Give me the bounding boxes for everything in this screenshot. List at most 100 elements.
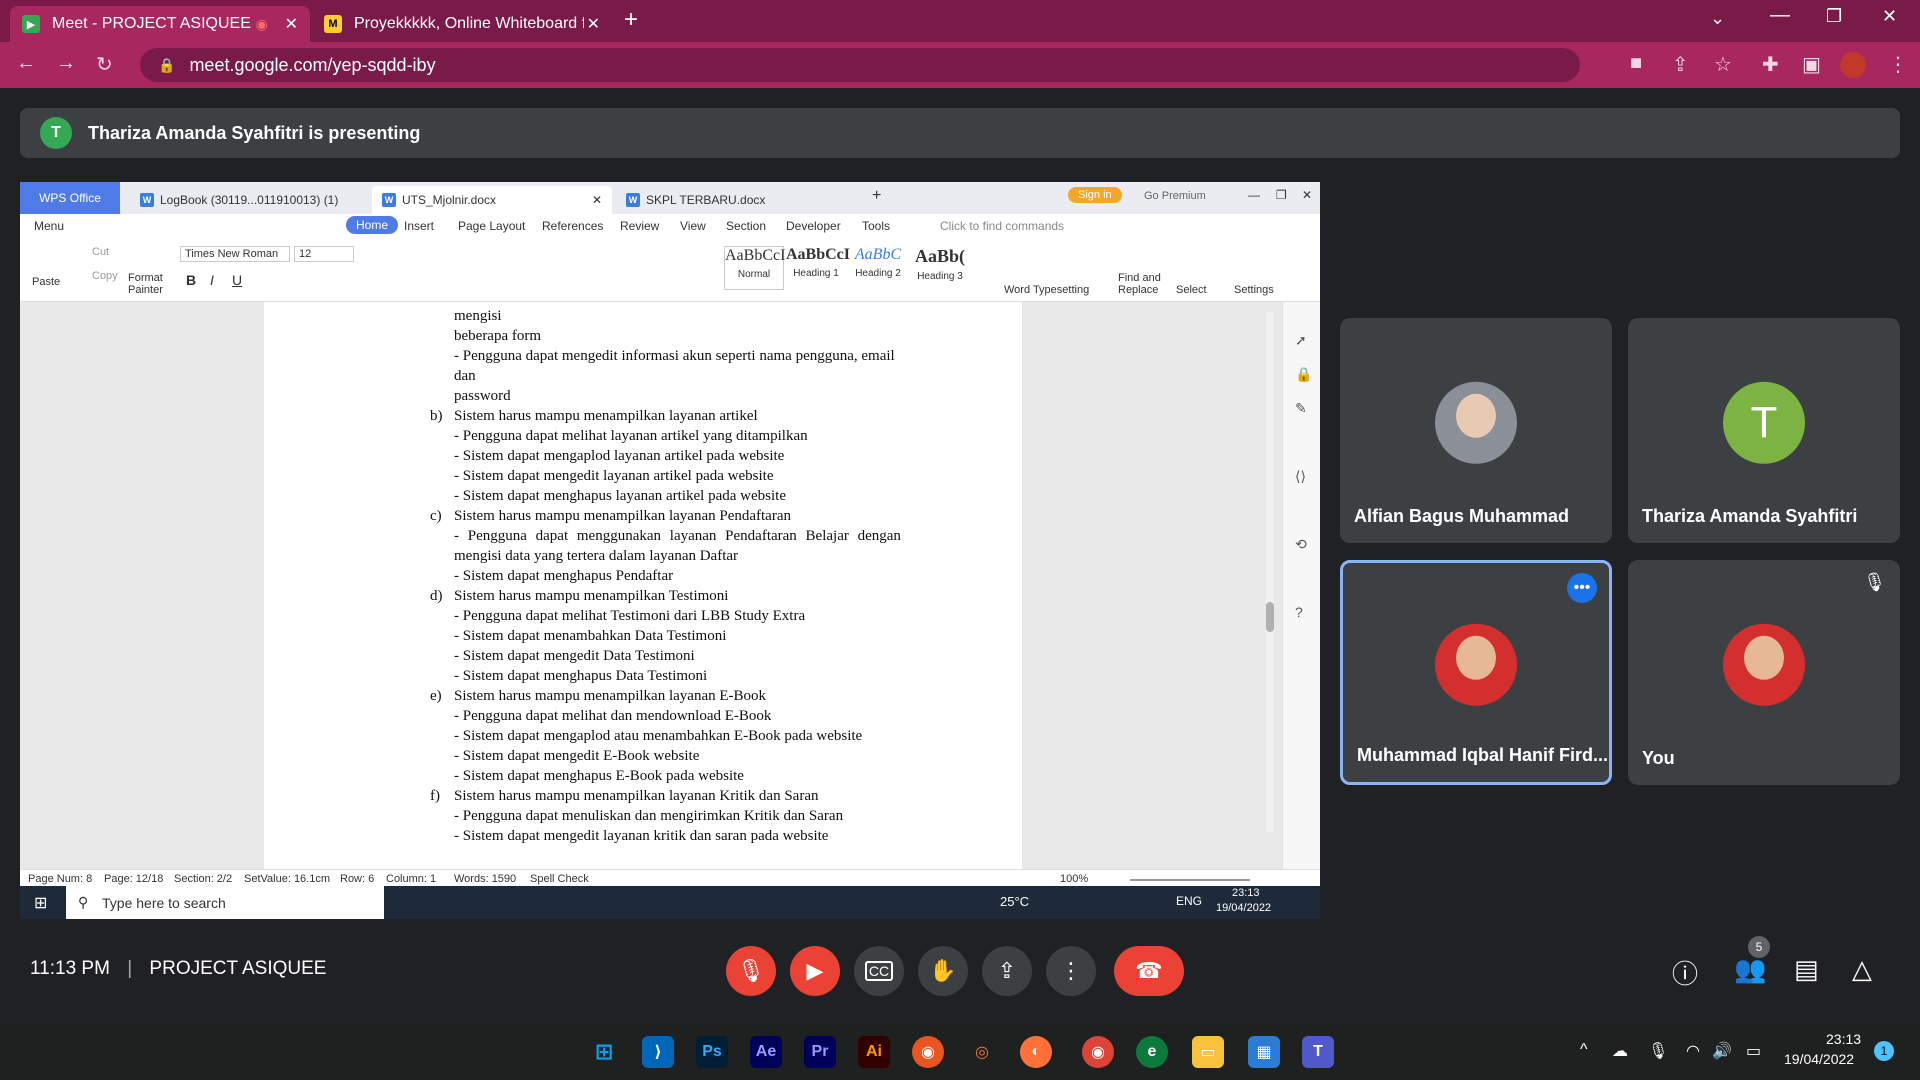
new-tab-icon[interactable]: +	[624, 6, 638, 34]
tab-home[interactable]: Home	[346, 216, 399, 234]
back-icon[interactable]: ←	[16, 52, 36, 75]
tab-page-layout[interactable]: Page Layout	[458, 219, 525, 233]
blender-icon[interactable]: ◎	[966, 1036, 998, 1068]
spell-check-button[interactable]: Spell Check	[530, 873, 589, 885]
underline-icon[interactable]: U	[232, 272, 242, 288]
tab-section[interactable]: Section	[726, 219, 766, 233]
taskbar-search-input[interactable]: ⚲ Type here to search	[66, 886, 384, 919]
code-icon[interactable]: ⟨⟩	[1295, 468, 1306, 485]
profile-avatar[interactable]	[1840, 52, 1866, 78]
cut-button[interactable]: Cut	[92, 246, 109, 258]
tab-insert[interactable]: Insert	[404, 219, 434, 233]
teams-icon[interactable]: T	[1302, 1036, 1334, 1068]
onedrive-icon[interactable]: ☁	[1612, 1041, 1628, 1061]
cursor-tool-icon[interactable]: ➚	[1295, 332, 1307, 349]
participant-tile-self[interactable]: 🎙 You	[1628, 560, 1900, 785]
menu-button[interactable]: Menu	[34, 219, 64, 233]
sign-in-button[interactable]: Sign in	[1068, 187, 1122, 203]
italic-icon[interactable]: I	[210, 272, 214, 288]
illustrator-icon[interactable]: Ai	[858, 1036, 890, 1068]
clock-time[interactable]: 23:13	[1826, 1031, 1861, 1047]
restore-icon[interactable]: ❐	[1276, 188, 1287, 202]
go-premium-button[interactable]: Go Premium	[1144, 190, 1206, 202]
ubuntu-icon[interactable]: ◉	[912, 1036, 944, 1068]
style-heading-3[interactable]: AaBb( Heading 3	[910, 246, 970, 290]
scrollbar-thumb[interactable]	[1266, 602, 1274, 632]
mic-toggle-button[interactable]: 🎙	[726, 946, 776, 996]
minimize-icon[interactable]: —	[1248, 188, 1260, 202]
style-heading-2[interactable]: AaBbC Heading 2	[848, 246, 908, 290]
zoom-slider[interactable]	[1130, 879, 1250, 881]
history-icon[interactable]: ⟲	[1295, 536, 1307, 553]
word-typesetting-button[interactable]: Word Typesetting	[1004, 284, 1089, 296]
find-replace-label-1[interactable]: Find and	[1118, 272, 1161, 284]
photoshop-icon[interactable]: Ps	[696, 1036, 728, 1068]
tray-overflow-icon[interactable]: ^	[1580, 1041, 1588, 1059]
wps-office-tab[interactable]: WPS Office	[20, 182, 120, 214]
style-normal[interactable]: AaBbCcI Normal	[724, 246, 785, 290]
wifi-icon[interactable]: ◠	[1686, 1041, 1700, 1061]
windows-start-icon[interactable]: ⊞	[588, 1036, 620, 1068]
new-tab-icon[interactable]: +	[872, 187, 881, 205]
after-effects-icon[interactable]: Ae	[750, 1036, 782, 1068]
tab-search-icon[interactable]: ⌄	[1710, 8, 1725, 29]
clock-date[interactable]: 19/04/2022	[1784, 1051, 1854, 1067]
document-page[interactable]: mengisi beberapa form - Pengguna dapat m…	[264, 302, 1022, 889]
file-explorer-icon[interactable]: ▭	[1192, 1036, 1224, 1068]
tab-view[interactable]: View	[680, 219, 706, 233]
side-panel-icon[interactable]: ▣	[1802, 52, 1821, 77]
close-icon[interactable]: ✕	[592, 193, 602, 207]
tab-references[interactable]: References	[542, 219, 603, 233]
tab-tools[interactable]: Tools	[862, 219, 890, 233]
chrome-icon[interactable]: ◉	[1082, 1036, 1114, 1068]
info-icon[interactable]: ⓘ	[1672, 954, 1698, 991]
settings-button[interactable]: Settings	[1234, 284, 1274, 296]
participant-tile[interactable]: Alfian Bagus Muhammad	[1340, 318, 1612, 543]
find-commands-input[interactable]: Click to find commands	[940, 219, 1064, 233]
tab-developer[interactable]: Developer	[786, 219, 841, 233]
find-replace-label-2[interactable]: Replace	[1118, 284, 1158, 296]
minimize-icon[interactable]: —	[1770, 4, 1790, 27]
bold-icon[interactable]: B	[186, 272, 196, 288]
notification-badge[interactable]: 1	[1874, 1041, 1894, 1061]
language-indicator[interactable]: ENG	[1176, 894, 1202, 908]
camera-icon[interactable]: ■	[1630, 52, 1642, 75]
tab-review[interactable]: Review	[620, 219, 659, 233]
volume-icon[interactable]: 🔊	[1712, 1041, 1732, 1061]
bookmark-star-icon[interactable]: ☆	[1714, 52, 1732, 77]
people-icon[interactable]: 👥	[1734, 954, 1766, 985]
edge-icon[interactable]: e	[1136, 1036, 1168, 1068]
copy-button[interactable]: Copy	[92, 270, 118, 282]
close-icon[interactable]: ✕	[587, 14, 600, 34]
captions-button[interactable]: CC	[854, 946, 904, 996]
more-options-icon[interactable]: •••	[1567, 573, 1597, 603]
menu-icon[interactable]: ⋮	[1888, 52, 1908, 77]
vscode-icon[interactable]: ⟩	[642, 1036, 674, 1068]
paste-button[interactable]: Paste	[32, 276, 60, 288]
pen-icon[interactable]: ✎	[1295, 400, 1307, 417]
premiere-icon[interactable]: Pr	[804, 1036, 836, 1068]
browser-tab-meet[interactable]: ▶ Meet - PROJECT ASIQUEE ◉ ✕	[10, 6, 310, 42]
camera-toggle-button[interactable]: ▶	[790, 946, 840, 996]
format-painter-label-1[interactable]: Format	[128, 272, 163, 284]
chat-icon[interactable]: ▤	[1794, 954, 1819, 985]
document-scrollbar[interactable]	[1266, 312, 1274, 832]
doc-tab-skpl[interactable]: W SKPL TERBARU.docx	[616, 186, 856, 214]
browser-tab-miro[interactable]: M Proyekkkkk, Online Whiteboard f ✕	[312, 6, 612, 42]
close-icon[interactable]: ✕	[1302, 188, 1312, 202]
leave-call-button[interactable]: ☎	[1114, 946, 1184, 996]
select-button[interactable]: Select	[1176, 284, 1207, 296]
style-heading-1[interactable]: AaBbCcI Heading 1	[786, 246, 850, 290]
battery-icon[interactable]: ▭	[1746, 1041, 1761, 1061]
microphone-icon[interactable]: 🎙	[1648, 1041, 1668, 1061]
share-icon[interactable]: ⇪	[1672, 52, 1689, 77]
reload-icon[interactable]: ↻	[96, 52, 113, 77]
font-name-select[interactable]: Times New Roman	[180, 246, 290, 262]
present-button[interactable]: ⇪	[982, 946, 1032, 996]
lock-icon[interactable]: 🔒	[1295, 366, 1312, 383]
font-size-select[interactable]: 12	[294, 246, 354, 262]
extensions-icon[interactable]: ✚	[1762, 52, 1779, 77]
doc-tab-logbook[interactable]: W LogBook (30119...011910013) (1)	[130, 186, 370, 214]
store-icon[interactable]: ▦	[1248, 1036, 1280, 1068]
participant-tile-active[interactable]: ••• Muhammad Iqbal Hanif Fird...	[1340, 560, 1612, 785]
